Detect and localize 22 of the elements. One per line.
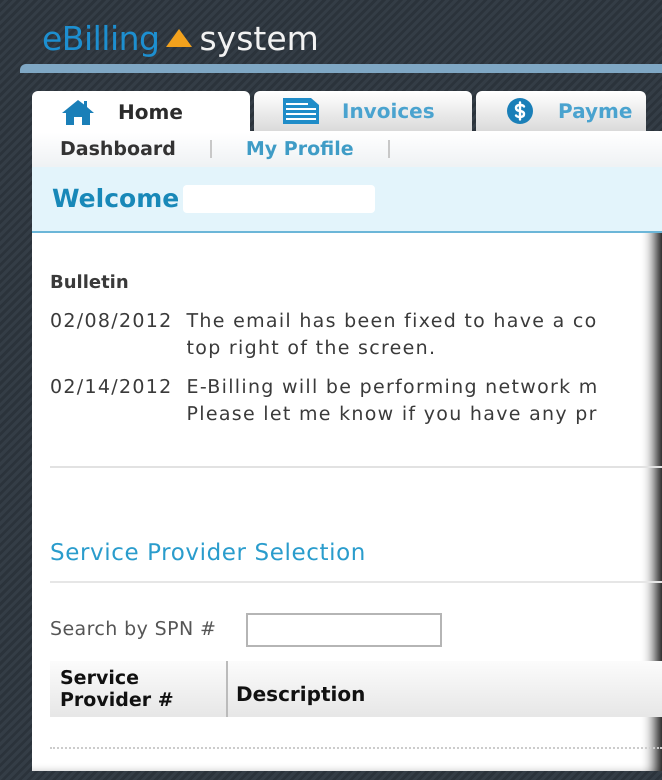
logo-product: system	[199, 22, 319, 54]
column-header: Service Provider #	[50, 660, 228, 716]
subnav-link[interactable]: Dashboard	[60, 134, 210, 164]
column-header: Description	[235, 680, 366, 708]
welcome-title: Welcome	[52, 183, 180, 216]
search-label: Search by SPN #	[50, 617, 216, 642]
tab[interactable]: Home	[32, 91, 250, 132]
section-title: Service Provider Selection	[50, 536, 662, 582]
search-field[interactable]	[246, 612, 442, 646]
home-icon	[60, 98, 96, 126]
tab[interactable]: Payme	[476, 91, 646, 131]
bulletin-date: 02/14/2012	[50, 375, 173, 400]
bulletin-title: Bulletin	[50, 271, 130, 295]
logo-brand: eBilling	[42, 22, 160, 54]
bulletin-date: 02/08/2012	[50, 309, 173, 334]
subnav-link[interactable]: My Profile	[246, 134, 388, 164]
triangle-icon	[165, 28, 194, 48]
tab[interactable]: Invoices	[254, 91, 472, 131]
bulletin-message: E-Billing will be performing network m Please let me know if you have any pr	[186, 375, 599, 427]
bulletin-message: The email has been fixed to have a co top right of the screen.	[186, 309, 598, 361]
dollar-icon	[504, 97, 536, 125]
document-icon	[282, 97, 320, 125]
